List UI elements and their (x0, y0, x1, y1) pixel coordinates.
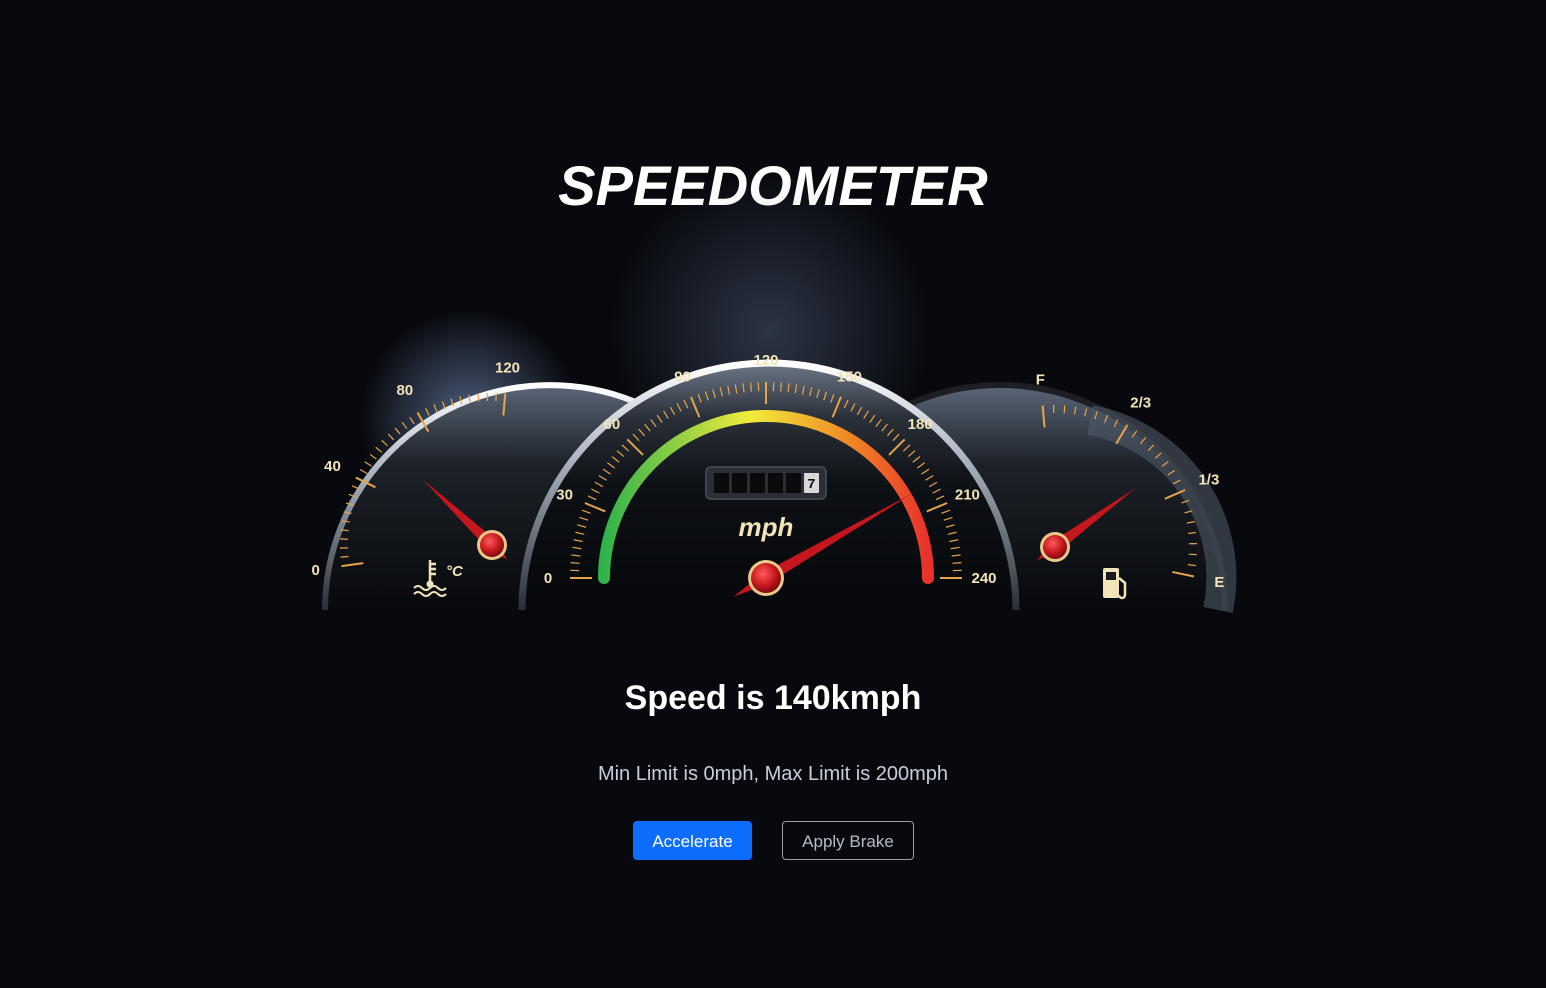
needle-hub (480, 533, 504, 557)
needle-hub (751, 563, 781, 593)
odometer-cell (750, 473, 765, 493)
accelerate-button[interactable]: Accelerate (633, 821, 752, 860)
tick-label: 210 (955, 487, 980, 504)
tick-label: 1/3 (1198, 472, 1219, 489)
minor-tick (952, 562, 962, 564)
odometer-cell (786, 473, 801, 493)
minor-tick (477, 393, 480, 402)
tick-label: 0 (312, 562, 320, 579)
minor-tick (780, 382, 782, 392)
tick-label: 150 (837, 369, 862, 386)
tick-label: 30 (556, 487, 573, 504)
minor-tick (1188, 531, 1197, 534)
odometer: 7 (705, 466, 827, 500)
odometer-cell (714, 473, 729, 493)
tick-label: 120 (495, 360, 520, 377)
speed-unit-label: mph (739, 512, 794, 542)
needle-hub (1043, 535, 1067, 559)
odometer-cell (732, 473, 747, 493)
minor-tick (340, 529, 349, 532)
tick-label: 2/3 (1130, 394, 1151, 411)
tick-label: 90 (674, 369, 691, 386)
temperature-unit-label: °C (446, 563, 464, 580)
minor-tick (1063, 405, 1066, 414)
tick-label: 40 (324, 458, 341, 475)
apply-brake-button[interactable]: Apply Brake (782, 821, 914, 860)
tick-label: 240 (971, 570, 996, 587)
speed-readout: Speed is 140kmph (624, 679, 922, 717)
odometer-cell (768, 473, 783, 493)
tick-label: 0 (544, 570, 552, 587)
minor-tick (570, 562, 580, 564)
speed-limits: Min Limit is 0mph, Max Limit is 200mph (597, 763, 949, 785)
gauge-cluster: 0 40 80 120 °C F 2/3 1/3 E 0306090120150180210… (312, 170, 1237, 614)
speedometer-page: SPEEDOMETER (0, 0, 1546, 988)
tick-label: F (1036, 372, 1045, 389)
tick-label: 60 (604, 416, 621, 433)
minor-tick (359, 469, 368, 475)
tick-label: 120 (753, 352, 778, 369)
tick-label: 80 (396, 382, 413, 399)
minor-tick (340, 555, 349, 558)
tick-label: 180 (908, 416, 933, 433)
odometer-digit: 7 (807, 477, 815, 493)
tick-label: E (1214, 574, 1224, 591)
minor-tick (750, 382, 752, 392)
